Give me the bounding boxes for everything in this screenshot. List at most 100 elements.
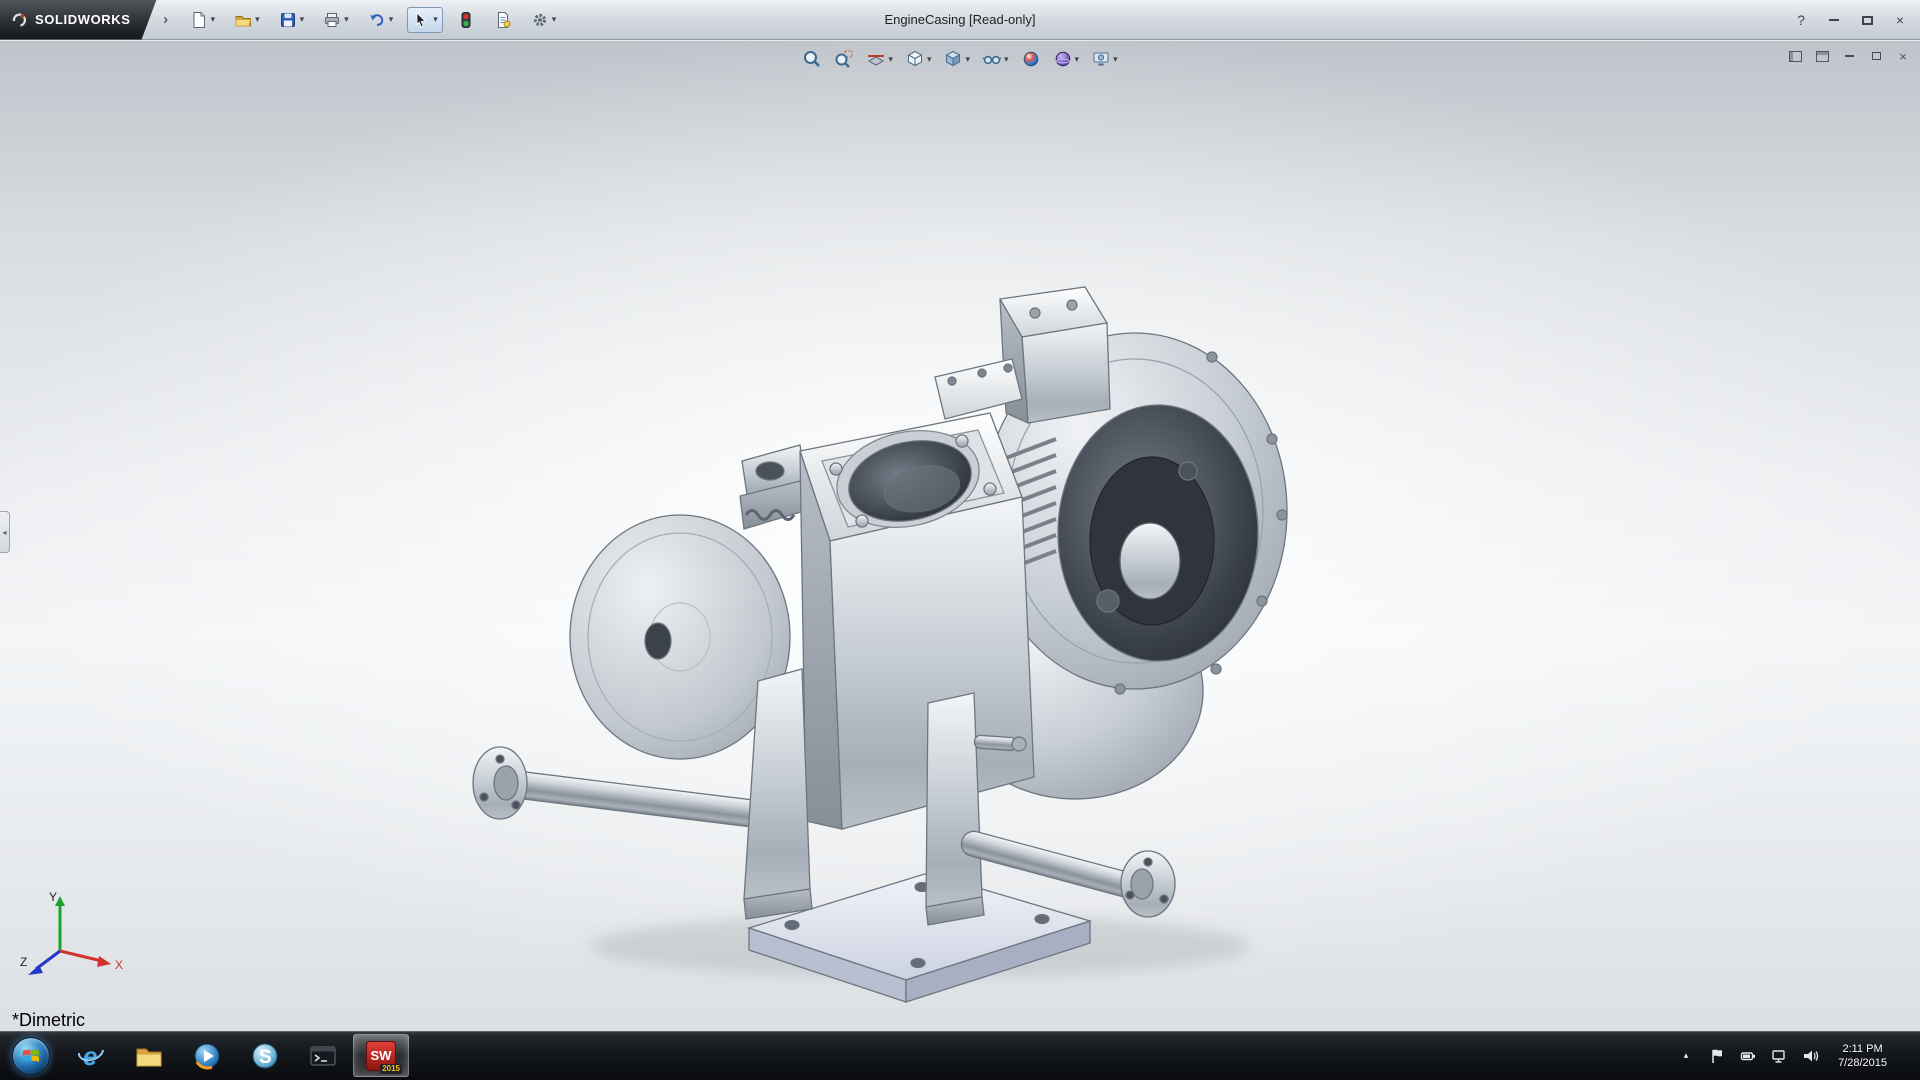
front-axle[interactable] <box>473 747 766 828</box>
start-button[interactable] <box>0 1031 62 1080</box>
action-center-button[interactable] <box>1707 1043 1727 1069</box>
svg-text:e: e <box>83 1041 97 1071</box>
zoom-to-area-icon <box>834 49 854 69</box>
chevron-down-icon[interactable]: ▾ <box>927 55 932 64</box>
taskbar-command-prompt[interactable] <box>295 1034 351 1077</box>
chevron-down-icon[interactable]: ▾ <box>888 55 893 64</box>
minimize-icon <box>1845 55 1854 57</box>
x-axis-arrow <box>97 956 111 967</box>
headsup-view-toolbar: ▾ ▾ ▾ ▾ <box>0 44 1920 74</box>
section-view-button[interactable]: ▾ <box>863 47 896 71</box>
mount-bracket[interactable] <box>740 445 806 529</box>
doc-window-split-button[interactable] <box>1813 47 1831 65</box>
select-button[interactable]: ▾ <box>407 7 443 33</box>
chevron-down-icon[interactable]: ▾ <box>389 15 394 24</box>
chevron-down-icon[interactable]: ▾ <box>965 55 970 64</box>
file-properties-icon <box>494 11 512 29</box>
view-orientation-button[interactable]: ▾ <box>902 47 935 71</box>
help-button[interactable]: ? <box>1791 7 1811 33</box>
taskbar-internet-explorer[interactable]: e <box>63 1034 119 1077</box>
y-axis-label: Y <box>49 890 57 904</box>
show-hidden-icons-button[interactable]: ▴ <box>1676 1043 1696 1069</box>
3ds-compass-icon <box>10 11 28 29</box>
chevron-down-icon[interactable]: ▾ <box>1113 55 1118 64</box>
doc-close-button[interactable]: × <box>1894 47 1912 65</box>
view-orientation-label: *Dimetric <box>12 1010 85 1031</box>
caret-up-icon: ▴ <box>1684 1050 1689 1061</box>
crankcase-block[interactable] <box>800 413 1034 829</box>
chevron-down-icon[interactable]: ▾ <box>300 15 305 24</box>
orientation-triad: Y X Z <box>18 887 128 983</box>
chevron-down-icon[interactable]: ▾ <box>211 15 216 24</box>
zoom-to-fit-button[interactable] <box>799 47 825 71</box>
save-button[interactable]: ▾ <box>274 7 310 33</box>
dowel-pin[interactable] <box>974 735 1026 751</box>
zoom-to-fit-icon <box>802 49 822 69</box>
chevron-down-icon[interactable]: ▾ <box>255 15 260 24</box>
print-button[interactable]: ▾ <box>318 7 354 33</box>
menu-expand-arrow[interactable]: › <box>159 11 173 28</box>
solidworks-menu[interactable]: SOLIDWORKS <box>0 0 157 40</box>
hide-show-items-button[interactable]: ▾ <box>979 47 1012 71</box>
file-properties-button[interactable] <box>489 7 517 33</box>
minimize-icon <box>1829 19 1839 21</box>
windows-start-orb <box>12 1037 50 1075</box>
taskbar-solidworks-2015[interactable]: SW 2015 <box>353 1034 409 1077</box>
doc-window-pane-button[interactable] <box>1786 47 1804 65</box>
apply-scene-button[interactable]: ▾ <box>1050 47 1083 71</box>
display-style-button[interactable]: ▾ <box>940 47 973 71</box>
close-button[interactable]: × <box>1890 7 1910 33</box>
restore-icon <box>1862 16 1873 25</box>
power-status-button[interactable] <box>1738 1043 1758 1069</box>
folder-icon <box>134 1041 164 1071</box>
rebuild-icon <box>457 11 475 29</box>
open-button[interactable]: ▾ <box>229 7 265 33</box>
edit-appearance-button[interactable] <box>1018 47 1044 71</box>
network-status-button[interactable] <box>1769 1043 1789 1069</box>
windows-flag-icon <box>21 1046 41 1066</box>
view-settings-icon <box>1091 49 1111 69</box>
internet-explorer-icon: e <box>76 1041 106 1071</box>
print-icon <box>323 11 341 29</box>
taskbar-clock[interactable]: 2:11 PM 7/28/2015 <box>1831 1042 1894 1070</box>
featuremanager-collapse-handle[interactable]: ◂ <box>0 511 10 553</box>
chevron-down-icon[interactable]: ▾ <box>1004 55 1009 64</box>
system-tray: ▴ <box>1676 1031 1920 1080</box>
media-player-icon <box>192 1041 222 1071</box>
view-settings-button[interactable]: ▾ <box>1088 47 1121 71</box>
app-titlebar: SOLIDWORKS › ▾ ▾ ▾ <box>0 0 1920 40</box>
options-button[interactable]: ▾ <box>526 7 562 33</box>
speaker-icon <box>1801 1047 1819 1065</box>
brand-name: SOLIDWORKS <box>35 12 131 27</box>
volume-button[interactable] <box>1800 1043 1820 1069</box>
chevron-down-icon[interactable]: ▾ <box>552 15 557 24</box>
view-orientation-icon <box>905 49 925 69</box>
chevron-down-icon[interactable]: ▾ <box>433 15 438 24</box>
document-title: EngineCasing [Read-only] <box>884 12 1035 27</box>
z-axis-label: Z <box>20 955 27 969</box>
taskbar-solidworks-launcher[interactable]: S <box>237 1034 293 1077</box>
open-folder-icon <box>234 11 252 29</box>
minimize-button[interactable] <box>1824 7 1844 33</box>
taskbar-windows-explorer[interactable] <box>121 1034 177 1077</box>
zoom-to-area-button[interactable] <box>831 47 857 71</box>
x-axis-label: X <box>115 958 123 972</box>
rebuild-button[interactable] <box>452 7 480 33</box>
graphics-area: ▾ ▾ ▾ ▾ <box>0 41 1920 1031</box>
reed-valve-block[interactable] <box>1000 287 1110 423</box>
section-view-icon <box>866 49 886 69</box>
taskbar: e S <box>0 1031 1920 1080</box>
doc-minimize-button[interactable] <box>1840 47 1858 65</box>
document-window-controls: × <box>1786 47 1912 65</box>
chevron-down-icon[interactable]: ▾ <box>344 15 349 24</box>
engine-casing-model[interactable] <box>473 287 1287 1002</box>
doc-restore-button[interactable] <box>1867 47 1885 65</box>
undo-button[interactable]: ▾ <box>363 7 399 33</box>
restore-icon <box>1872 52 1881 60</box>
solidworks-2015-badge: 2015 <box>380 1064 402 1074</box>
taskbar-media-player[interactable] <box>179 1034 235 1077</box>
model-viewport[interactable] <box>0 41 1920 1031</box>
chevron-down-icon[interactable]: ▾ <box>1075 55 1080 64</box>
maximize-button[interactable] <box>1857 7 1877 33</box>
new-button[interactable]: ▾ <box>185 7 221 33</box>
